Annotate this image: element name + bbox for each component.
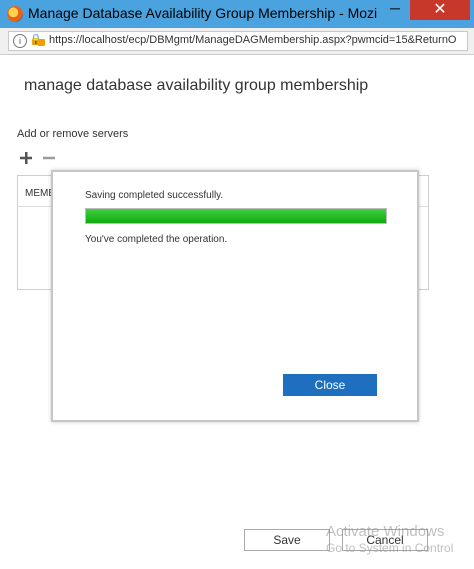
progress-dialog: Saving completed successfully. You've co… [51, 170, 419, 422]
minimize-icon[interactable]: ─ [382, 0, 408, 20]
close-window-icon[interactable]: ✕ [410, 0, 470, 20]
window-titlebar: Manage Database Availability Group Membe… [0, 0, 474, 28]
status-message: Saving completed successfully. [85, 190, 224, 201]
close-button[interactable]: Close [283, 374, 377, 396]
activation-watermark: Activate Windows Go to System in Control [326, 524, 453, 556]
add-icon[interactable] [18, 150, 34, 166]
url-text: https://localhost/ecp/DBMgmt/ManageDAGMe… [49, 34, 457, 46]
firefox-icon [7, 6, 23, 22]
progress-bar-fill [86, 209, 386, 223]
address-bar: i 🔒 https://localhost/ecp/DBMgmt/ManageD… [0, 28, 474, 55]
url-field[interactable]: i 🔒 https://localhost/ecp/DBMgmt/ManageD… [8, 31, 468, 51]
warning-badge-icon [38, 39, 45, 46]
remove-icon[interactable] [41, 150, 57, 166]
watermark-line: Go to System in Control [326, 541, 454, 555]
info-icon[interactable]: i [13, 34, 27, 48]
page-title: manage database availability group membe… [24, 77, 369, 94]
window-title: Manage Database Availability Group Membe… [28, 5, 378, 21]
completion-message: You've completed the operation. [85, 234, 228, 245]
watermark-line: Activate Windows [326, 523, 445, 540]
save-button[interactable]: Save [244, 529, 330, 551]
section-label: Add or remove servers [17, 128, 129, 140]
progress-bar [85, 208, 387, 224]
